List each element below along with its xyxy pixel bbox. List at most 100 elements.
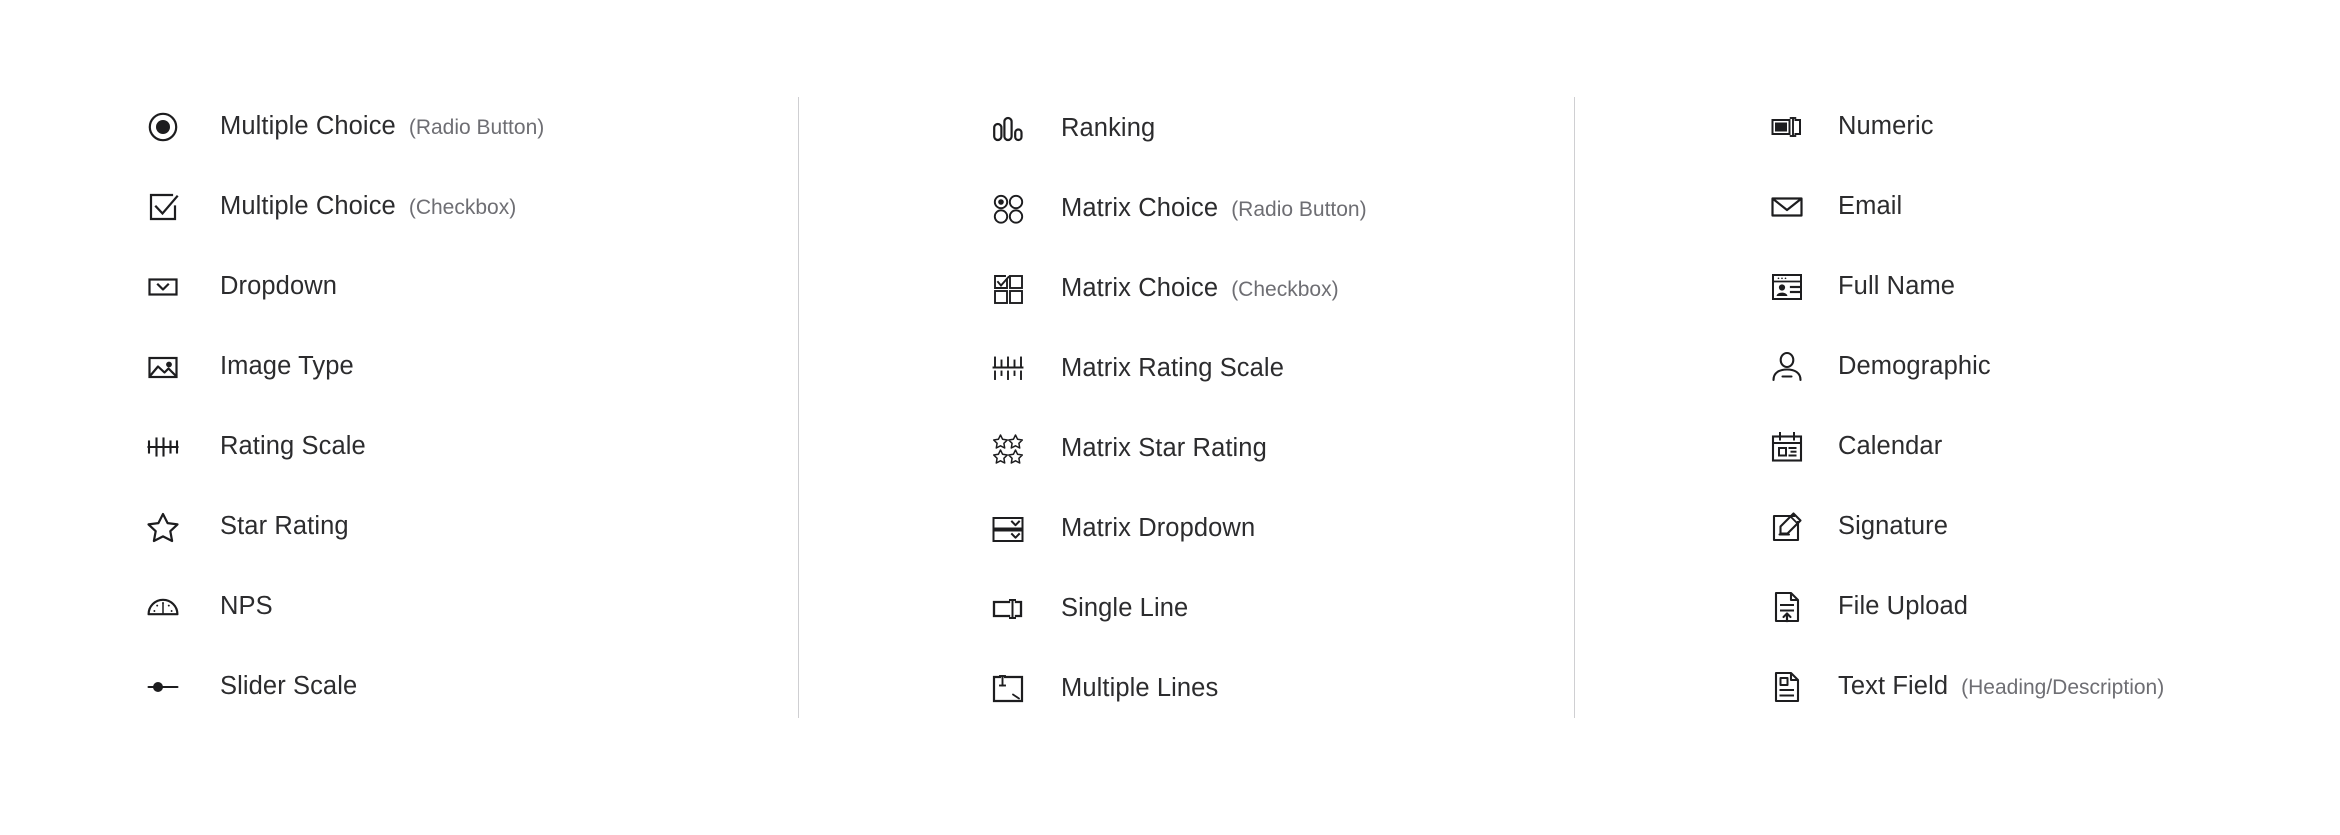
question-type-label: Rating Scale [220, 434, 366, 460]
question-type-label: Multiple Choice [220, 114, 396, 140]
label-wrap: Demographic [1838, 354, 1991, 380]
label-wrap: Text Field (Heading/Description) [1838, 674, 2164, 700]
question-type-nps[interactable]: NPS [136, 581, 273, 633]
question-type-star-rating[interactable]: Star Rating [136, 501, 349, 553]
question-type-sublabel: (Radio Button) [1231, 199, 1366, 220]
multiple-lines-input-icon [981, 665, 1035, 713]
matrix-star-icon [981, 425, 1035, 473]
label-wrap: Matrix Choice (Radio Button) [1061, 196, 1367, 222]
label-wrap: Dropdown [220, 274, 337, 300]
label-wrap: Multiple Choice (Checkbox) [220, 194, 516, 220]
question-type-label: Email [1838, 194, 1902, 220]
checkbox-checked-icon [136, 183, 190, 231]
numeric-icon [1760, 103, 1814, 151]
label-wrap: Image Type [220, 354, 354, 380]
question-type-label: Multiple Choice [220, 194, 396, 220]
gauge-icon [136, 583, 190, 631]
question-type-matrix-rating-scale[interactable]: Matrix Rating Scale [981, 343, 1284, 395]
question-type-label: Matrix Star Rating [1061, 436, 1267, 462]
question-type-sublabel: (Checkbox) [409, 197, 516, 218]
label-wrap: Matrix Dropdown [1061, 516, 1255, 542]
question-type-matrix-dropdown[interactable]: Matrix Dropdown [981, 503, 1255, 555]
label-wrap: Matrix Star Rating [1061, 436, 1267, 462]
question-type-label: Demographic [1838, 354, 1991, 380]
question-type-label: Text Field [1838, 674, 1948, 700]
label-wrap: Email [1838, 194, 1902, 220]
question-type-matrix-choice-checkbox[interactable]: Matrix Choice (Checkbox) [981, 263, 1339, 315]
question-type-file-upload[interactable]: File Upload [1760, 581, 1968, 633]
question-type-label: Multiple Lines [1061, 676, 1218, 702]
question-type-label: Slider Scale [220, 674, 357, 700]
matrix-dropdown-icon [981, 505, 1035, 553]
matrix-checkbox-icon [981, 265, 1035, 313]
label-wrap: Matrix Choice (Checkbox) [1061, 276, 1339, 302]
question-type-label: Ranking [1061, 116, 1155, 142]
label-wrap: Star Rating [220, 514, 349, 540]
ranking-bars-icon [981, 105, 1035, 153]
column-3: Numeric Email [1574, 0, 2340, 835]
question-type-sublabel: (Checkbox) [1231, 279, 1338, 300]
label-wrap: Ranking [1061, 116, 1155, 142]
matrix-rating-scale-icon [981, 345, 1035, 393]
question-type-label: Matrix Rating Scale [1061, 356, 1284, 382]
question-type-dropdown[interactable]: Dropdown [136, 261, 337, 313]
question-type-image[interactable]: Image Type [136, 341, 354, 393]
question-type-label: Matrix Dropdown [1061, 516, 1255, 542]
question-type-text-field[interactable]: Text Field (Heading/Description) [1760, 661, 2164, 713]
question-type-email[interactable]: Email [1760, 181, 1902, 233]
calendar-icon [1760, 423, 1814, 471]
question-type-label: Calendar [1838, 434, 1942, 460]
question-type-calendar[interactable]: Calendar [1760, 421, 1942, 473]
label-wrap: Multiple Lines [1061, 676, 1218, 702]
question-type-matrix-star-rating[interactable]: Matrix Star Rating [981, 423, 1267, 475]
question-type-sublabel: (Heading/Description) [1961, 677, 2164, 698]
person-icon [1760, 343, 1814, 391]
question-type-label: Numeric [1838, 114, 1934, 140]
label-wrap: Numeric [1838, 114, 1934, 140]
column-2: Ranking Matrix Choice (Radio Button) [798, 0, 1574, 835]
label-wrap: Slider Scale [220, 674, 357, 700]
email-icon [1760, 183, 1814, 231]
question-type-label: NPS [220, 594, 273, 620]
question-type-full-name[interactable]: Full Name [1760, 261, 1955, 313]
question-type-label: Star Rating [220, 514, 349, 540]
question-type-single-line[interactable]: Single Line [981, 583, 1188, 635]
label-wrap: Signature [1838, 514, 1948, 540]
label-wrap: Multiple Choice (Radio Button) [220, 114, 544, 140]
signature-icon [1760, 503, 1814, 551]
question-type-label: Full Name [1838, 274, 1955, 300]
label-wrap: File Upload [1838, 594, 1968, 620]
question-type-signature[interactable]: Signature [1760, 501, 1948, 553]
single-line-input-icon [981, 585, 1035, 633]
question-type-label: Signature [1838, 514, 1948, 540]
question-type-label: Image Type [220, 354, 354, 380]
label-wrap: Single Line [1061, 596, 1188, 622]
question-type-slider-scale[interactable]: Slider Scale [136, 661, 357, 713]
question-type-multiple-choice-radio[interactable]: Multiple Choice (Radio Button) [136, 101, 544, 153]
text-field-icon [1760, 663, 1814, 711]
question-type-rating-scale[interactable]: Rating Scale [136, 421, 366, 473]
column-1: Multiple Choice (Radio Button) Multiple … [0, 0, 798, 835]
slider-icon [136, 663, 190, 711]
label-wrap: Calendar [1838, 434, 1942, 460]
image-icon [136, 343, 190, 391]
question-type-demographic[interactable]: Demographic [1760, 341, 1991, 393]
label-wrap: Full Name [1838, 274, 1955, 300]
label-wrap: Rating Scale [220, 434, 366, 460]
radio-button-icon [136, 103, 190, 151]
rating-scale-icon [136, 423, 190, 471]
question-type-sublabel: (Radio Button) [409, 117, 544, 138]
question-type-label: Matrix Choice [1061, 196, 1218, 222]
question-type-matrix-choice-radio[interactable]: Matrix Choice (Radio Button) [981, 183, 1367, 235]
question-type-numeric[interactable]: Numeric [1760, 101, 1934, 153]
question-type-ranking[interactable]: Ranking [981, 103, 1155, 155]
question-type-label: File Upload [1838, 594, 1968, 620]
question-type-multiple-lines[interactable]: Multiple Lines [981, 663, 1218, 715]
question-type-label: Single Line [1061, 596, 1188, 622]
label-wrap: NPS [220, 594, 273, 620]
question-type-multiple-choice-checkbox[interactable]: Multiple Choice (Checkbox) [136, 181, 516, 233]
full-name-icon [1760, 263, 1814, 311]
dropdown-icon [136, 263, 190, 311]
question-type-palette: Multiple Choice (Radio Button) Multiple … [0, 0, 2340, 835]
label-wrap: Matrix Rating Scale [1061, 356, 1284, 382]
